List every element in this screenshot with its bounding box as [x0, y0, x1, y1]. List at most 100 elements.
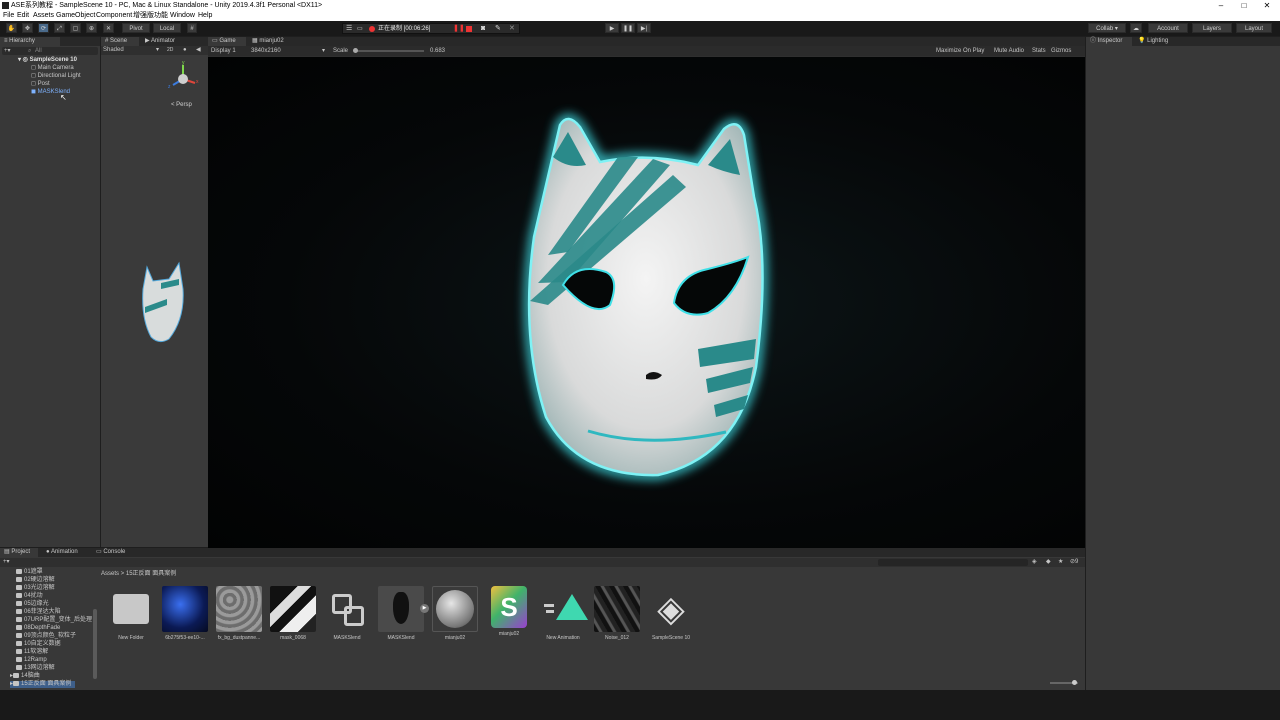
asset-scene[interactable]: ◈ SampleScene 10 [646, 586, 696, 641]
menu-component[interactable]: Component [96, 11, 132, 21]
folder-item[interactable]: 11软溶解 [16, 649, 48, 656]
hierarchy-item-main-camera[interactable]: ◻ Main Camera [31, 65, 74, 72]
gizmos-dropdown[interactable]: Gizmos [1051, 46, 1071, 56]
asset-new-folder[interactable]: New Folder [106, 586, 156, 641]
audio-toggle-icon[interactable]: ◀ [196, 46, 201, 55]
folder-item[interactable]: 13网边溶解 [16, 665, 55, 672]
resolution-dropdown[interactable]: 3840x2160 [251, 46, 281, 56]
gizmo-center[interactable] [178, 74, 188, 84]
maximize-button[interactable]: □ [1233, 0, 1255, 11]
shading-dropdown[interactable]: Shaded [103, 46, 124, 55]
2d-toggle[interactable]: 2D [167, 46, 173, 55]
add-icon[interactable]: +▾ [4, 47, 11, 55]
project-add-icon[interactable]: +▾ [3, 558, 10, 567]
menu-lines-icon[interactable]: ☰ [346, 24, 352, 34]
menu-window[interactable]: Window [170, 11, 195, 21]
folder-item[interactable]: 07URP配置_变体_后处理 [16, 617, 92, 624]
hierarchy-item-post[interactable]: ◻ Post [31, 81, 50, 88]
tab-lighting[interactable]: 💡 Lighting [1134, 37, 1180, 46]
transform-tool-icon[interactable]: ⊕ [86, 23, 97, 33]
asset-prefab[interactable]: MASKSlend [322, 586, 372, 641]
layers-dropdown[interactable]: Layers [1192, 23, 1232, 33]
folder-item[interactable]: 06菲涅达大陷 [16, 609, 61, 616]
folder-scrollbar[interactable] [93, 609, 97, 679]
tab-animator[interactable]: ▶ Animator [141, 37, 185, 46]
pen-icon[interactable]: ✎ [495, 24, 501, 34]
tab-animation[interactable]: ● Animation [42, 548, 90, 557]
play-button-icon[interactable]: ▶ [605, 23, 619, 33]
hand-tool-icon[interactable]: ✋ [6, 23, 17, 33]
asset-noise-texture[interactable]: Noise_012 [592, 586, 642, 641]
move-tool-icon[interactable]: ✥ [22, 23, 33, 33]
cloud-icon[interactable]: ☁ [1130, 23, 1142, 33]
favorite-icon[interactable]: ★ [1058, 558, 1063, 567]
capture-icon[interactable]: ▭ [357, 24, 363, 34]
minimize-button[interactable]: – [1210, 0, 1232, 11]
scale-slider-handle[interactable] [353, 48, 358, 53]
tab-hierarchy[interactable]: ≡ Hierarchy [0, 37, 60, 46]
breadcrumb-current[interactable]: 15正反面 面具案例 [126, 571, 176, 577]
camera-icon[interactable]: ◙ [481, 24, 485, 34]
folder-item[interactable]: 03光边溶解 [16, 585, 55, 592]
tab-console[interactable]: ▭ Console [92, 548, 132, 557]
dropdown-arrow-icon[interactable]: ▾ [156, 46, 159, 55]
scene-mask-preview[interactable] [139, 259, 189, 345]
menu-edit[interactable]: Edit [17, 11, 29, 21]
folder-item[interactable]: 09顶点颜色_软粒子 [16, 633, 76, 640]
menu-assets[interactable]: Assets [33, 11, 54, 21]
asset-shader[interactable]: S mianju02 [484, 586, 534, 637]
rect-tool-icon[interactable]: ▢ [70, 23, 81, 33]
menu-help[interactable]: Help [198, 11, 212, 21]
tab-game[interactable]: ▭ Game [208, 37, 246, 46]
tab-scene[interactable]: # Scene [101, 37, 139, 46]
hierarchy-search[interactable]: +▾ ⌕ All [2, 47, 98, 55]
folder-item-selected[interactable]: ▸ 15正反面 面具案例 [10, 681, 76, 689]
folder-item[interactable]: 01遮罩 [16, 569, 43, 576]
expand-arrow-icon[interactable]: ▶ [420, 604, 429, 613]
asset-mask-texture[interactable]: mask_0068 [268, 586, 318, 641]
scale-tool-icon[interactable]: ⤢ [54, 23, 65, 33]
persp-label[interactable]: < Persp [171, 102, 192, 108]
resolution-arrow-icon[interactable]: ▾ [322, 46, 325, 56]
folder-item[interactable]: 05边缘光 [16, 601, 49, 608]
project-search-input[interactable] [878, 559, 1028, 566]
folder-item[interactable]: 02硬边溶解 [16, 577, 55, 584]
pause-record-icon[interactable]: ❚❚ [453, 24, 465, 34]
light-toggle-icon[interactable]: ● [183, 46, 187, 55]
collab-dropdown[interactable]: Collab ▾ [1088, 23, 1126, 33]
breadcrumb-assets[interactable]: Assets [101, 571, 119, 577]
close-window-button[interactable]: ✕ [1256, 0, 1278, 11]
zoom-slider-handle[interactable] [1072, 680, 1077, 685]
folder-item[interactable]: 04扰动 [16, 593, 43, 600]
folder-item[interactable]: ▸ 14脑曲 [10, 673, 40, 680]
menu-gameobject[interactable]: GameObject [56, 11, 95, 21]
menu-enhanced[interactable]: 增强版功能 [133, 11, 168, 21]
tab-inspector[interactable]: ⓘ Inspector [1086, 37, 1132, 46]
asset-dust-texture[interactable]: fx_bg_dustpanne... [214, 586, 264, 641]
scale-slider-track[interactable] [354, 50, 424, 52]
local-toggle[interactable]: Local [153, 23, 181, 33]
rotate-tool-icon[interactable]: ⟳ [38, 23, 49, 33]
step-button-icon[interactable]: ▶| [637, 23, 651, 33]
close-recording-icon[interactable]: ✕ [509, 24, 515, 34]
layout-dropdown[interactable]: Layout [1236, 23, 1272, 33]
hierarchy-item-directional-light[interactable]: ◻ Directional Light [31, 73, 81, 80]
game-viewport[interactable] [208, 57, 1085, 548]
pause-button-icon[interactable]: ❚❚ [621, 23, 635, 33]
scene-root[interactable]: ▾ ◎ SampleScene 10 [18, 57, 77, 64]
menu-file[interactable]: File [3, 11, 14, 21]
asset-material[interactable]: mianju02 [430, 586, 480, 641]
stats-toggle[interactable]: Stats [1032, 46, 1046, 56]
folder-item[interactable]: 10自定义数据 [16, 641, 61, 648]
filter-label-icon[interactable]: ◆ [1046, 558, 1051, 567]
account-dropdown[interactable]: Account [1148, 23, 1188, 33]
folder-item[interactable]: 08DepthFade [16, 625, 60, 632]
hidden-count-icon[interactable]: ⊘9 [1070, 558, 1078, 567]
filter-type-icon[interactable]: ◈ [1032, 558, 1037, 567]
grid-snap-icon[interactable]: # [187, 23, 197, 33]
asset-animation[interactable]: New Animation [538, 586, 588, 641]
asset-model[interactable]: MASKSlend ▶ [376, 586, 429, 641]
display-dropdown[interactable]: Display 1 [211, 46, 236, 56]
maximize-on-play-toggle[interactable]: Maximize On Play [936, 46, 984, 56]
tab-project[interactable]: ▤ Project [0, 548, 38, 557]
